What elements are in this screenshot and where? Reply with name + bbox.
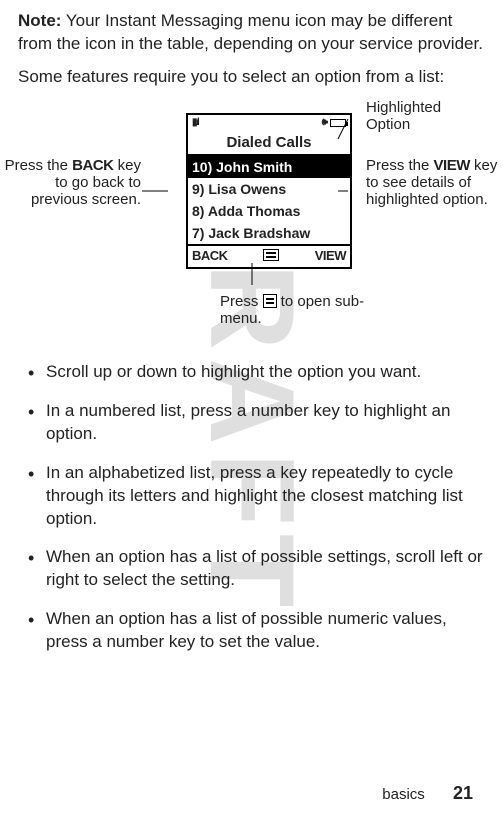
list-item: 10) John Smith [188,156,350,178]
bullet-item: When an option has a list of possible se… [18,546,485,592]
annotation-view: Press the VIEW key to see details of hig… [366,157,503,209]
softkey-row: BACK VIEW [188,244,350,265]
sound-icon: 🕪 [322,116,328,130]
footer-section: basics [382,786,425,803]
page-number: 21 [453,783,473,803]
phone-screen: ▮.ıl 🕪 Dialed Calls 10) John Smith 9) Li… [186,113,352,269]
list-item: 7) Jack Bradshaw [188,222,350,244]
status-bar: ▮.ıl 🕪 [188,115,350,131]
bullet-item: Scroll up or down to highlight the optio… [18,361,485,384]
annotation-back: Press the BACK key to go back to previou… [1,157,141,209]
bullet-item: When an option has a list of possible nu… [18,608,485,654]
menu-icon [263,249,279,261]
list-item: 9) Lisa Owens [188,178,350,200]
battery-icon [330,119,346,127]
annotation-highlighted: Highlighted Option [366,99,486,134]
note-label: Note: [18,11,61,30]
note-body: Your Instant Messaging menu icon may be … [18,11,483,53]
bullet-item: In an alphabetized list, press a key rep… [18,462,485,531]
softkey-back: BACK [192,247,228,265]
note-paragraph: Note: Your Instant Messaging menu icon m… [18,10,485,56]
bullet-item: In a numbered list, press a number key t… [18,400,485,446]
signal-icon: ▮.ıl [192,116,198,130]
annotation-submenu: Press to open sub-menu. [220,293,390,328]
menu-key-icon [263,294,277,308]
intro-paragraph: Some features require you to select an o… [18,66,485,89]
phone-diagram: ▮.ıl 🕪 Dialed Calls 10) John Smith 9) Li… [18,97,485,347]
bullet-list: Scroll up or down to highlight the optio… [18,361,485,654]
softkey-view: VIEW [315,247,346,265]
list-item: 8) Adda Thomas [188,200,350,222]
screen-title: Dialed Calls [188,131,350,156]
page-footer: basics 21 [382,781,473,805]
